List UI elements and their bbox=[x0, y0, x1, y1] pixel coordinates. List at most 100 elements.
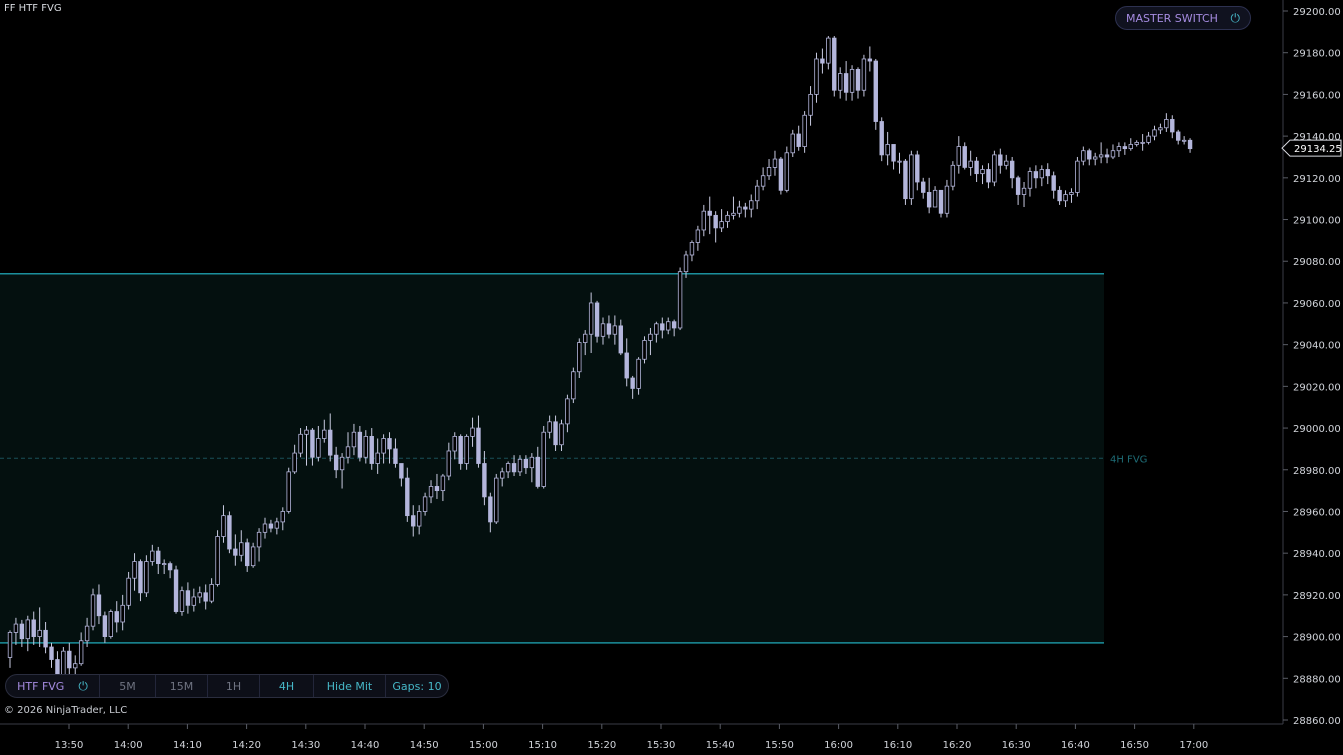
x-tick-label: 15:00 bbox=[469, 740, 498, 751]
candle-body bbox=[1152, 129, 1157, 137]
candle-body bbox=[559, 423, 564, 446]
candle-body bbox=[1039, 169, 1045, 179]
y-tick-label: 29020.00 bbox=[1293, 382, 1341, 393]
x-tick-label: 16:50 bbox=[1120, 740, 1149, 751]
y-tick-label: 29120.00 bbox=[1293, 174, 1341, 185]
candle-body bbox=[339, 456, 345, 471]
candle-body bbox=[381, 438, 386, 454]
candle-body bbox=[185, 590, 191, 606]
x-tick-label: 16:00 bbox=[824, 740, 853, 751]
candle-body bbox=[1164, 119, 1169, 129]
candle-body bbox=[772, 158, 778, 168]
candle-body bbox=[1176, 131, 1181, 141]
candle-body bbox=[707, 210, 712, 216]
candle-body bbox=[1069, 192, 1074, 195]
candle-body bbox=[316, 438, 321, 458]
candle-body bbox=[286, 471, 291, 512]
timeframe-5m-button[interactable]: 5M bbox=[100, 675, 156, 697]
candle-body bbox=[304, 429, 309, 435]
candle-body bbox=[399, 463, 404, 479]
candle-body bbox=[84, 625, 90, 642]
candle-body bbox=[1004, 160, 1009, 166]
candle-body bbox=[446, 450, 452, 477]
timeframe-4h-button[interactable]: 4H bbox=[260, 675, 314, 697]
candle-body bbox=[375, 452, 380, 464]
candle-body bbox=[1063, 194, 1068, 202]
candle-body bbox=[618, 325, 623, 354]
candle-body bbox=[244, 542, 250, 567]
candle-body bbox=[820, 58, 825, 64]
candle-body bbox=[494, 477, 499, 523]
candle-body bbox=[1187, 139, 1193, 150]
candle-body bbox=[470, 427, 475, 437]
candle bbox=[992, 150, 997, 187]
candle-body bbox=[452, 435, 457, 452]
candle-body bbox=[1027, 171, 1033, 189]
candle-body bbox=[197, 592, 202, 598]
candle-body bbox=[387, 438, 392, 450]
x-tick-label: 15:30 bbox=[647, 740, 676, 751]
candle-body bbox=[909, 154, 914, 200]
candle-body bbox=[938, 189, 944, 214]
candle-body bbox=[766, 166, 772, 177]
gaps-count-control[interactable]: Gaps: 10 bbox=[386, 675, 448, 697]
candle-body bbox=[950, 164, 956, 187]
candle-body bbox=[1015, 177, 1021, 195]
candle-body bbox=[529, 456, 535, 469]
candle-body bbox=[867, 58, 873, 62]
candle-body bbox=[357, 431, 363, 458]
candle-body bbox=[78, 640, 84, 665]
candle bbox=[179, 586, 185, 616]
x-tick-label: 16:20 bbox=[943, 740, 972, 751]
x-tick-label: 14:10 bbox=[173, 740, 202, 751]
candle-body bbox=[879, 121, 884, 156]
y-tick-label: 29040.00 bbox=[1293, 341, 1341, 352]
candle-body bbox=[843, 73, 849, 93]
candle-body bbox=[1087, 150, 1092, 160]
candle-body bbox=[654, 323, 659, 335]
candle-body bbox=[808, 94, 813, 116]
candle-body bbox=[962, 146, 967, 168]
price-chart[interactable]: 4H FVG 29200.0029180.0029160.0029140.002… bbox=[0, 0, 1343, 755]
htf-fvg-toggle-button[interactable]: HTF FVG ⏻ bbox=[6, 675, 100, 697]
candle-body bbox=[535, 456, 540, 487]
candle-body bbox=[683, 254, 689, 273]
x-tick-label: 14:20 bbox=[232, 740, 261, 751]
candle-body bbox=[422, 496, 428, 512]
candle-body bbox=[233, 548, 238, 556]
candle-body bbox=[144, 561, 149, 594]
candle-body bbox=[458, 435, 463, 464]
hide-mitigated-button[interactable]: Hide Mit bbox=[314, 675, 386, 697]
candle-body bbox=[849, 68, 855, 93]
candle-body bbox=[369, 435, 374, 464]
candle-body bbox=[749, 200, 754, 210]
candle-body bbox=[1033, 171, 1039, 179]
candle-body bbox=[1134, 141, 1139, 145]
candle-body bbox=[1045, 169, 1050, 177]
candle bbox=[778, 156, 784, 195]
y-tick-label: 28880.00 bbox=[1293, 674, 1341, 685]
candle bbox=[784, 146, 790, 193]
candle-body bbox=[731, 212, 736, 216]
candle-body bbox=[968, 160, 973, 168]
candle-body bbox=[43, 629, 48, 648]
toolbar-title: HTF FVG bbox=[17, 679, 65, 693]
x-tick-label: 14:40 bbox=[351, 740, 380, 751]
fvg-zone-layer: 4H FVG bbox=[0, 272, 1147, 644]
timeframe-15m-button[interactable]: 15M bbox=[156, 675, 208, 697]
candle-body bbox=[96, 594, 102, 617]
timeframe-1h-button[interactable]: 1H bbox=[208, 675, 260, 697]
y-tick-label: 29180.00 bbox=[1293, 49, 1341, 60]
x-tick-label: 14:50 bbox=[410, 740, 439, 751]
power-icon: ⏻ bbox=[1230, 10, 1241, 25]
x-tick-label: 16:30 bbox=[1002, 740, 1031, 751]
candle-body bbox=[725, 214, 730, 223]
master-switch-button[interactable]: MASTER SWITCH ⏻ bbox=[1115, 6, 1251, 30]
candle-body bbox=[796, 133, 801, 147]
candle-body bbox=[161, 563, 167, 566]
candle-body bbox=[689, 242, 695, 256]
candle-body bbox=[695, 229, 701, 243]
candle-body bbox=[90, 594, 96, 627]
x-tick-label: 13:50 bbox=[55, 740, 84, 751]
y-tick-label: 29160.00 bbox=[1293, 90, 1341, 101]
